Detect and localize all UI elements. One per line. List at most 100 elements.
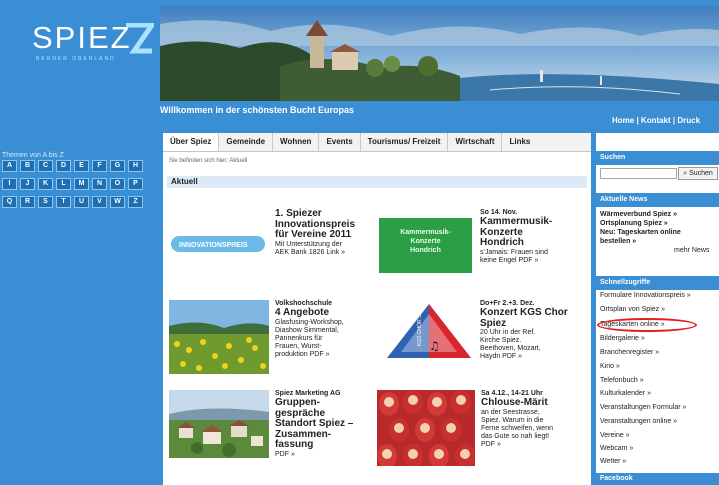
news-desc: AEK Bank 1826 Link » <box>275 248 346 256</box>
news-desc: Pannenkurs für <box>275 334 323 342</box>
news-desc: Diashow Simmental, <box>275 326 339 334</box>
letter-button[interactable]: O <box>110 178 125 190</box>
kgs-chor-image[interactable]: KGS CHOR SPIEZ ♫ <box>385 302 473 360</box>
news-desc: PDF » <box>275 450 295 458</box>
news-desc: Beethoven, Mozart, <box>480 345 541 352</box>
marketing-image[interactable] <box>169 390 269 458</box>
innovationspreis-logo[interactable]: INNOVATIONSPREIS <box>169 226 269 264</box>
letter-button[interactable]: J <box>20 178 35 190</box>
letter-button[interactable]: N <box>92 178 107 190</box>
right-sidebar: Suchen ⌕ Suchen Aktuelle News Wärmeverbu… <box>596 133 719 485</box>
news-title: Aktuelle News <box>596 193 719 207</box>
letter-button[interactable]: W <box>110 196 125 208</box>
news-desc: Spiez. Warum in die <box>481 416 544 424</box>
letter-button[interactable]: D <box>56 160 71 172</box>
letter-button[interactable]: Q <box>2 196 17 208</box>
news-item-chlouse-maerit[interactable]: Sa 4.12., 14-21 Uhr Chlouse-Märit an der… <box>481 390 589 449</box>
letter-button[interactable]: A <box>2 160 17 172</box>
shortcut-link[interactable]: Veranstaltungen online » <box>600 417 677 426</box>
breadcrumb: Sie befinden sich hier: Aktuell <box>169 158 248 164</box>
search-input[interactable] <box>600 168 677 179</box>
shortcut-link[interactable]: Bildergalerie » <box>600 334 645 343</box>
news-desc: Kirche Spiez. <box>480 337 522 344</box>
letter-button[interactable]: H <box>128 160 143 172</box>
letter-button[interactable]: S <box>38 196 53 208</box>
shortcut-link[interactable]: Kulturkalender » <box>600 389 651 398</box>
svg-text:♫: ♫ <box>429 339 440 353</box>
shortcut-link[interactable]: Branchenregister » <box>600 348 659 357</box>
news-link[interactable]: Ortsplanung Spiez » <box>600 219 668 228</box>
section-title: Aktuell <box>167 176 587 188</box>
letter-button[interactable]: T <box>56 196 71 208</box>
letter-button[interactable]: I <box>2 178 17 190</box>
letter-button[interactable]: U <box>74 196 89 208</box>
tab-wirtschaft[interactable]: Wirtschaft <box>448 133 503 151</box>
shortcut-link[interactable]: Veranstaltungen Formular » <box>600 403 686 412</box>
kammermusik-image[interactable]: Kammermusik- Konzerte Hondrich <box>379 218 472 273</box>
chlouse-maerit-image[interactable] <box>377 390 475 466</box>
spiez-logo[interactable]: SPIEZ BERNER OBERLAND <box>28 18 156 68</box>
news-item-innovationspreis[interactable]: 1. Spiezer Innovationspreis für Vereine … <box>275 208 367 257</box>
news-headline: für Vereine 2011 <box>275 229 352 240</box>
main-content: Sie befinden sich hier: Aktuell Aktuell … <box>163 152 591 485</box>
shortcut-link[interactable]: Telefonbuch » <box>600 376 644 385</box>
tab-events[interactable]: Events <box>319 133 361 151</box>
tab-links[interactable]: Links <box>502 133 537 151</box>
shortcut-link[interactable]: Kino » <box>600 362 620 371</box>
header-banner-photo <box>160 6 719 101</box>
shortcut-link[interactable]: Ortsplan von Spiez » <box>600 305 665 314</box>
news-headline: fassung <box>275 439 314 450</box>
news-desc: PDF » <box>481 440 501 448</box>
news-item-kammermusik[interactable]: So 14. Nov. Kammermusik- Konzerte Hondri… <box>480 209 588 265</box>
letter-button[interactable]: L <box>56 178 71 190</box>
news-item-volkshochschule[interactable]: Volkshochschule 4 Angebote Glasfusing-Wo… <box>275 300 373 359</box>
news-item-marketing[interactable]: Spiez Marketing AG Gruppen- gespräche St… <box>275 390 373 459</box>
letter-button[interactable]: G <box>110 160 125 172</box>
letter-button[interactable]: K <box>38 178 53 190</box>
search-button[interactable]: ⌕ Suchen <box>678 167 718 180</box>
search-icon: ⌕ <box>683 170 688 177</box>
alphabet-title: Themen von A bis Z <box>2 152 64 159</box>
shortcut-link[interactable]: Formulare Innovationspreis » <box>600 291 691 300</box>
news-link[interactable]: Wärmeverbund Spiez » <box>600 210 677 219</box>
news-link[interactable]: Neu: Tageskarten online <box>600 228 681 237</box>
tab-gemeinde[interactable]: Gemeinde <box>219 133 274 151</box>
letter-button[interactable]: R <box>20 196 35 208</box>
facebook-title: Facebook <box>596 473 719 485</box>
letter-button[interactable]: E <box>74 160 89 172</box>
letter-button[interactable]: Z <box>128 196 143 208</box>
news-headline: Standort Spiez – <box>275 418 354 429</box>
kammer-box-text: Konzerte <box>410 238 441 245</box>
news-desc: das Gute so nah liegt! <box>481 432 550 440</box>
more-news-link[interactable]: mehr News <box>674 246 709 255</box>
news-headline: Gruppen- <box>275 397 320 408</box>
triangle-text: KGS CHOR SPIEZ <box>417 303 423 346</box>
news-desc: s'Jamais: Frauen sind <box>480 248 548 256</box>
volkshochschule-image[interactable] <box>169 300 269 374</box>
letter-button[interactable]: C <box>38 160 53 172</box>
news-desc: Frauen, Wurst- <box>275 342 322 350</box>
news-headline: Chlouse-Märit <box>481 397 548 408</box>
letter-button[interactable]: B <box>20 160 35 172</box>
letter-button[interactable]: F <box>92 160 107 172</box>
shortcut-link[interactable]: Wetter » <box>600 457 626 466</box>
news-item-kgs-chor[interactable]: Do+Fr 2.+3. Dez. Konzert KGS Chor Spiez … <box>480 300 588 361</box>
tab-ueber-spiez[interactable]: Über Spiez <box>163 133 220 151</box>
letter-button[interactable]: V <box>92 196 107 208</box>
tab-tourismus[interactable]: Tourismus/ Freizeit <box>361 133 449 151</box>
letter-button[interactable]: M <box>74 178 89 190</box>
shortcut-link[interactable]: Vereine » <box>600 431 630 440</box>
news-desc: Ferne schweifen, wenn <box>481 424 553 432</box>
logo-z-icon <box>126 23 154 54</box>
letter-button[interactable]: P <box>128 178 143 190</box>
news-headline: 1. Spiezer <box>275 208 322 219</box>
top-links[interactable]: Home | Kontakt | Druck <box>612 116 700 125</box>
news-headline: Kammermusik- <box>480 216 553 227</box>
tab-wohnen[interactable]: Wohnen <box>273 133 320 151</box>
news-headline: Konzert KGS Chor <box>480 307 568 318</box>
news-link[interactable]: bestellen » <box>600 237 636 246</box>
shortcut-link[interactable]: Webcam » <box>600 444 633 453</box>
news-desc: 20 Uhr in der Ref. <box>480 329 536 336</box>
search-button-label: Suchen <box>689 170 713 177</box>
welcome-heading: Willkommen in der schönsten Bucht Europa… <box>160 105 354 115</box>
